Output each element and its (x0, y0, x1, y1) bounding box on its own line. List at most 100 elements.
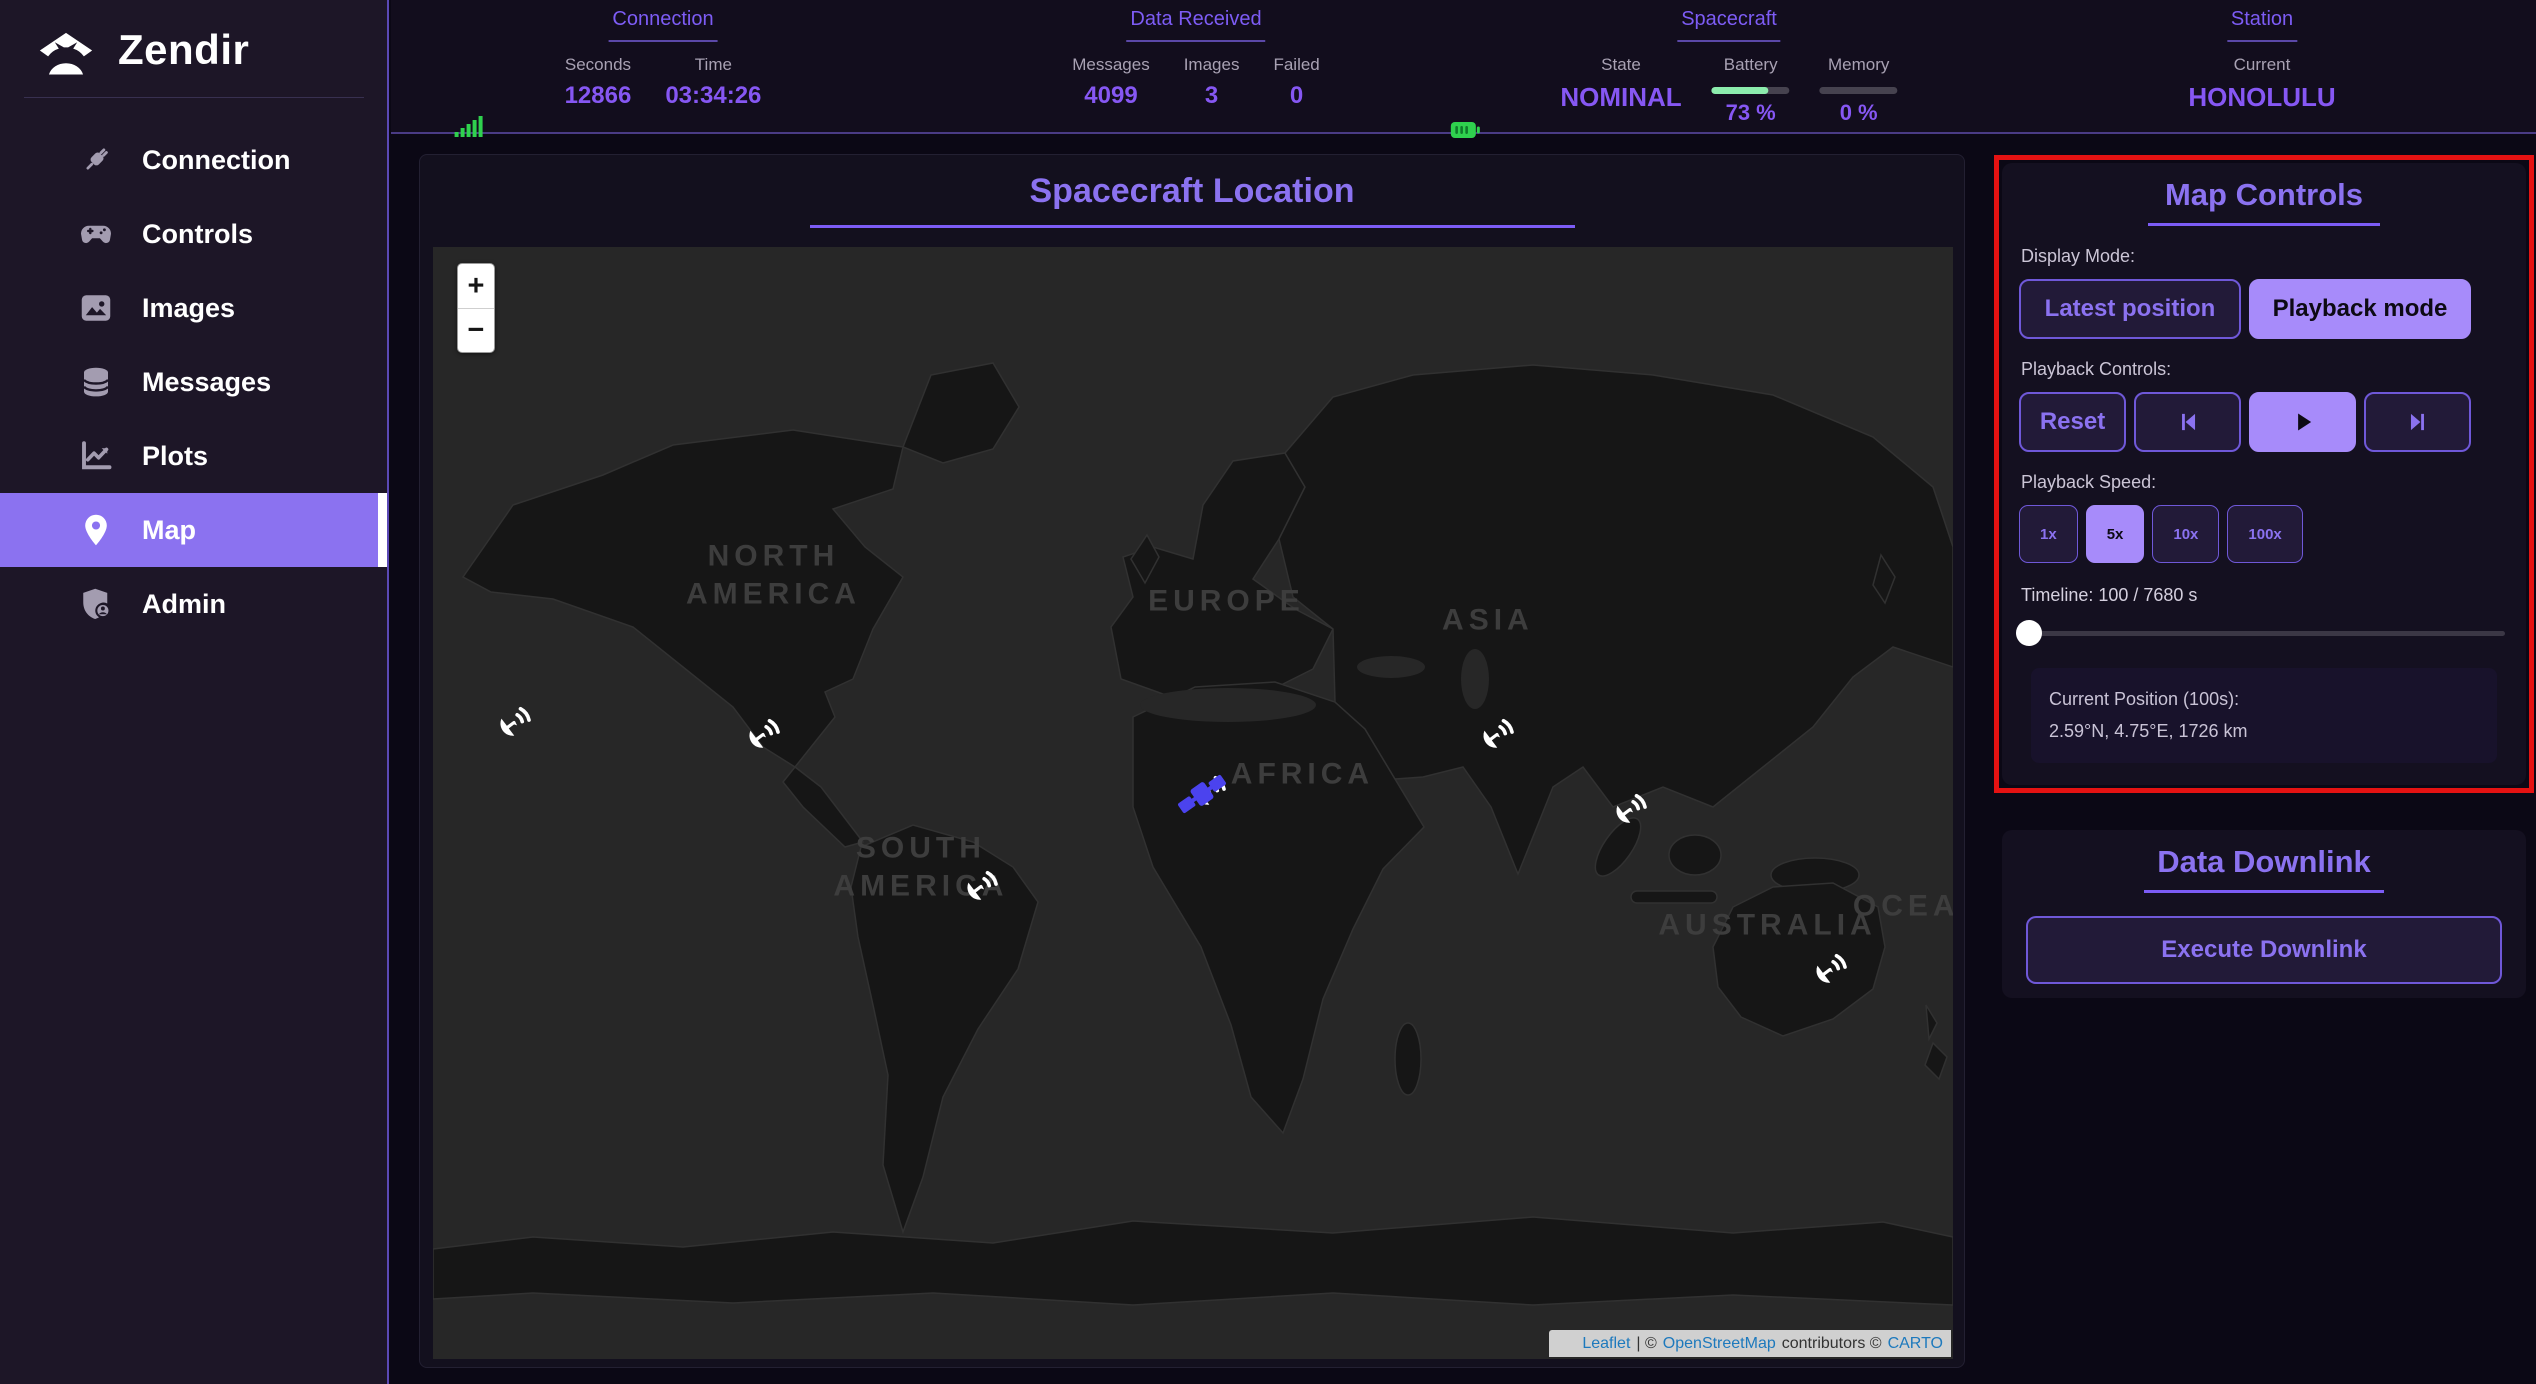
zoom-in-button[interactable]: + (458, 264, 494, 308)
sidebar-item-label: Plots (142, 441, 208, 472)
ground-station-dish-icon (1474, 715, 1516, 757)
zoom-out-button[interactable]: − (458, 308, 494, 352)
stat-label: Images (1184, 55, 1240, 75)
ground-station-marker[interactable] (1607, 790, 1649, 832)
stat-label: Current (2188, 55, 2335, 75)
stat-label: Battery (1712, 55, 1790, 75)
chart-icon (78, 438, 114, 474)
sidebar-item-label: Controls (142, 219, 253, 250)
speed-button-row: 1x5x10x100x (2019, 505, 2509, 563)
memory-value: 0 % (1820, 100, 1898, 126)
map-controls-underline (2148, 223, 2380, 226)
reset-button[interactable]: Reset (2019, 392, 2126, 452)
stat-value: 4099 (1072, 82, 1149, 110)
sidebar: Zendir Connection (0, 0, 389, 1384)
playback-mode-button[interactable]: Playback mode (2249, 279, 2471, 339)
continent-label: ASIA (1442, 601, 1534, 639)
current-station-value: HONOLULU (2188, 82, 2335, 113)
speed-100x-button[interactable]: 100x (2227, 505, 2302, 563)
state-value: NOMINAL (1560, 82, 1681, 113)
ground-station-dish-icon (491, 703, 533, 745)
time-stat: Time 03:34:26 (665, 55, 761, 110)
openstreetmap-link[interactable]: OpenStreetMap (1663, 1335, 1776, 1353)
sidebar-item-label: Images (142, 293, 235, 324)
ground-station-marker[interactable] (1474, 715, 1516, 757)
skip-back-button[interactable] (2134, 392, 2241, 452)
sidebar-nav: Connection Controls Images (0, 123, 387, 641)
skip-back-icon (2175, 409, 2201, 435)
stat-label: Seconds (565, 55, 632, 75)
memory-stat: Memory 0 % (1820, 55, 1898, 126)
ground-station-dish-icon (740, 715, 782, 757)
world-map[interactable]: NORTHAMERICAEUROPEASIAAFRICASOUTHAMERICA… (433, 247, 1953, 1359)
current-position-box: Current Position (100s): 2.59°N, 4.75°E,… (2031, 668, 2497, 763)
sidebar-item-connection[interactable]: Connection (0, 123, 387, 197)
data-downlink-title: Data Downlink (2026, 844, 2502, 880)
sidebar-item-map[interactable]: Map (0, 493, 387, 567)
ground-station-dish-icon (1807, 950, 1849, 992)
images-stat: Images 3 (1184, 55, 1240, 110)
timeline-slider-thumb[interactable] (2016, 620, 2042, 646)
current-position-value: 2.59°N, 4.75°E, 1726 km (2049, 715, 2479, 747)
sidebar-item-label: Admin (142, 589, 226, 620)
battery-icon (1450, 121, 1480, 139)
ground-station-marker[interactable] (1807, 950, 1849, 992)
ground-station-marker[interactable] (491, 703, 533, 745)
gamepad-icon (78, 216, 114, 252)
ground-station-marker[interactable] (958, 867, 1000, 909)
continent-label: OCEAN (1853, 888, 1953, 926)
connection-section-title: Connection (608, 8, 717, 42)
map-pin-icon (78, 512, 114, 548)
messages-stat: Messages 4099 (1072, 55, 1149, 110)
execute-downlink-button[interactable]: Execute Downlink (2026, 916, 2502, 984)
map-controls-title: Map Controls (2019, 177, 2509, 213)
stat-label: Memory (1820, 55, 1898, 75)
continent-label: NORTHAMERICA (686, 538, 861, 613)
data-downlink-panel: Data Downlink Execute Downlink (2002, 830, 2526, 998)
sidebar-item-images[interactable]: Images (0, 271, 387, 345)
sidebar-item-plots[interactable]: Plots (0, 419, 387, 493)
sidebar-item-label: Connection (142, 145, 291, 176)
timeline-slider-track[interactable] (2023, 631, 2505, 636)
latest-position-button[interactable]: Latest position (2019, 279, 2241, 339)
status-header: Connection Seconds 12866 Time 03:34:26 (391, 0, 2536, 134)
data-downlink-underline (2144, 890, 2384, 893)
sidebar-item-admin[interactable]: Admin (0, 567, 387, 641)
stat-label: State (1560, 55, 1681, 75)
speed-1x-button[interactable]: 1x (2019, 505, 2078, 563)
sidebar-item-messages[interactable]: Messages (0, 345, 387, 419)
skip-forward-button[interactable] (2364, 392, 2471, 452)
battery-value: 73 % (1712, 100, 1790, 126)
spacecraft-satellite-icon (1175, 767, 1229, 821)
playback-speed-label: Playback Speed: (2021, 472, 2509, 493)
sidebar-item-controls[interactable]: Controls (0, 197, 387, 271)
current-station-stat: Current HONOLULU (2188, 55, 2335, 113)
ukraine-flag-icon (1556, 1337, 1576, 1351)
stat-value: 3 (1184, 82, 1240, 110)
carto-link[interactable]: CARTO (1888, 1335, 1943, 1353)
station-section-title: Station (2227, 8, 2297, 42)
attribution-separator: | © (1636, 1335, 1656, 1353)
plug-icon (78, 142, 114, 178)
spacecraft-marker[interactable] (1175, 767, 1229, 821)
seconds-stat: Seconds 12866 (565, 55, 632, 110)
leaflet-link[interactable]: Leaflet (1582, 1335, 1630, 1353)
play-button[interactable] (2249, 392, 2356, 452)
header-data-received-section: Data Received Messages 4099 Images 3 Fai… (1072, 8, 1320, 110)
current-position-title: Current Position (100s): (2049, 683, 2479, 715)
map-title-underline (810, 225, 1575, 228)
continent-label: EUROPE (1148, 582, 1305, 620)
speed-10x-button[interactable]: 10x (2152, 505, 2219, 563)
timeline-slider[interactable] (2023, 620, 2505, 646)
ground-station-dish-icon (958, 867, 1000, 909)
skip-forward-icon (2405, 409, 2431, 435)
stat-label: Time (665, 55, 761, 75)
speed-5x-button[interactable]: 5x (2086, 505, 2145, 563)
state-stat: State NOMINAL (1560, 55, 1681, 113)
map-zoom-control: + − (457, 263, 495, 353)
continent-label: AUSTRALIA (1658, 907, 1876, 945)
sidebar-divider (24, 97, 364, 98)
map-panel-title: Spacecraft Location (420, 172, 1964, 211)
ground-station-marker[interactable] (740, 715, 782, 757)
play-icon (2290, 409, 2316, 435)
